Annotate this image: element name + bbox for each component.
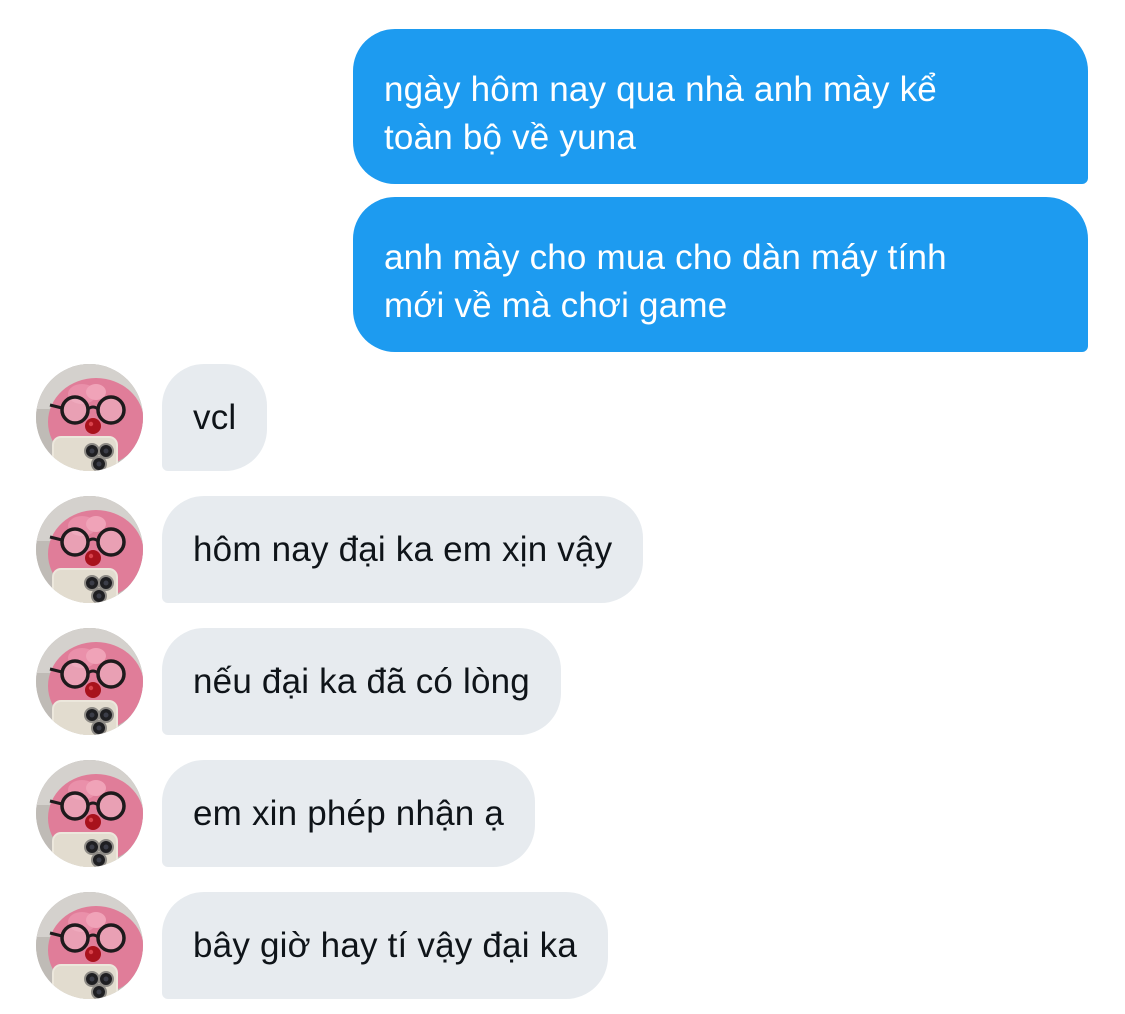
- message-text: hôm nay đại ka em xịn vậy: [193, 529, 613, 569]
- avatar[interactable]: [36, 760, 143, 867]
- message-text: em xin phép nhận ạ: [193, 793, 505, 833]
- avatar[interactable]: [36, 628, 143, 735]
- conversation-thread: ngày hôm nay qua nhà anh mày kể toàn bộ …: [0, 0, 1125, 1014]
- avatar-image: [36, 496, 143, 603]
- message-text-line: toàn bộ về yuna: [384, 118, 637, 157]
- message-text: vcl: [193, 397, 237, 437]
- avatar-image: [36, 628, 143, 735]
- avatar[interactable]: [36, 496, 143, 603]
- message-text-line: ngày hôm nay qua nhà anh mày kể: [384, 70, 937, 109]
- avatar-image: [36, 892, 143, 999]
- avatar[interactable]: [36, 364, 143, 471]
- message-text-line: mới về mà chơi game: [384, 286, 728, 325]
- avatar-image: [36, 760, 143, 867]
- sent-message[interactable]: ngày hôm nay qua nhà anh mày kể toàn bộ …: [353, 29, 1088, 184]
- received-message[interactable]: nếu đại ka đã có lòng: [162, 628, 561, 735]
- received-message[interactable]: vcl: [162, 364, 268, 471]
- message-text: nếu đại ka đã có lòng: [193, 661, 530, 701]
- message-text: bây giờ hay tí vậy đại ka: [193, 925, 577, 965]
- received-message[interactable]: hôm nay đại ka em xịn vậy: [162, 496, 644, 603]
- received-message[interactable]: bây giờ hay tí vậy đại ka: [162, 892, 608, 999]
- message-text-line: anh mày cho mua cho dàn máy tính: [384, 238, 947, 277]
- sent-message[interactable]: anh mày cho mua cho dàn máy tính mới về …: [353, 197, 1088, 352]
- avatar-image: [36, 364, 143, 471]
- avatar[interactable]: [36, 892, 143, 999]
- received-message[interactable]: em xin phép nhận ạ: [162, 760, 536, 867]
